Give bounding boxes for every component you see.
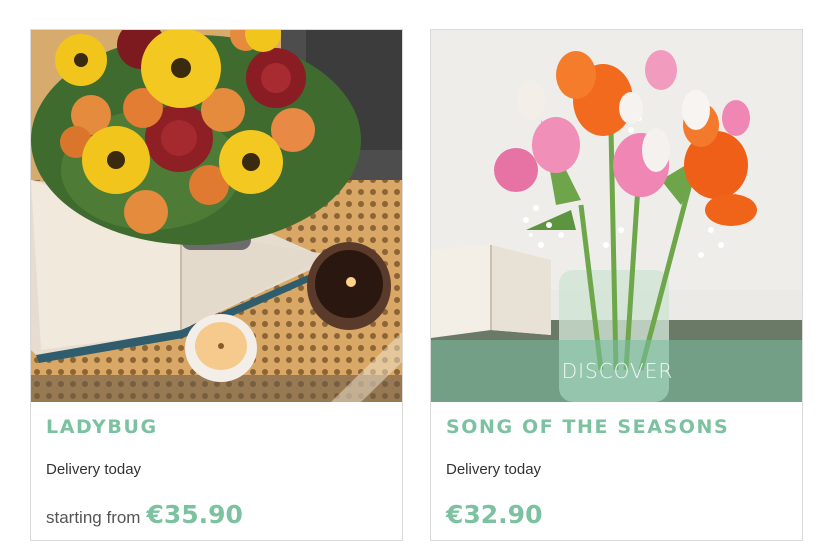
discover-overlay[interactable]: DISCOVER xyxy=(431,340,802,402)
product-card[interactable]: DISCOVER SONG OF THE SEASONS Delivery to… xyxy=(430,29,803,541)
product-image[interactable] xyxy=(31,30,402,402)
price-value: €32.90 xyxy=(446,500,543,529)
price-row: €32.90 xyxy=(446,500,542,529)
product-title[interactable]: SONG OF THE SEASONS xyxy=(446,416,729,438)
price-value: €35.90 xyxy=(146,500,243,529)
price-row: starting from €35.90 xyxy=(46,500,243,529)
product-title[interactable]: LADYBUG xyxy=(46,416,158,438)
delivery-info: Delivery today xyxy=(46,461,142,478)
product-card[interactable]: LADYBUG Delivery today starting from €35… xyxy=(30,29,403,541)
price-prefix: starting from xyxy=(46,508,141,527)
discover-label[interactable]: DISCOVER xyxy=(562,359,674,383)
product-image[interactable]: DISCOVER xyxy=(431,30,802,402)
delivery-info: Delivery today xyxy=(446,461,542,478)
